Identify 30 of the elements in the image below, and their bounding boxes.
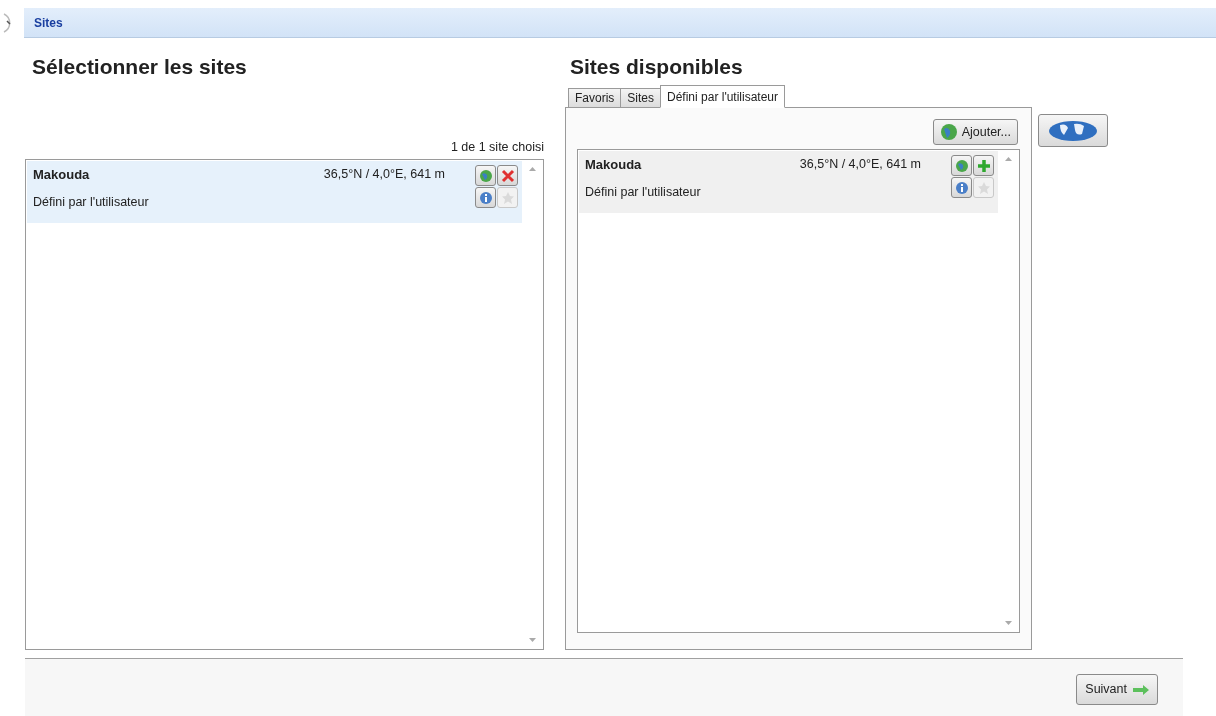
world-map-button[interactable] (1038, 114, 1108, 147)
scroll-up-icon[interactable] (1004, 157, 1012, 161)
site-list-item[interactable]: Makouda 36,5°N / 4,0°E, 641 m Défini par l'utilisateur (579, 151, 998, 213)
plus-icon[interactable] (973, 155, 994, 176)
site-name: Makouda (585, 156, 643, 174)
tab[interactable]: Favoris (568, 88, 622, 108)
section-title: Sites disponibles (570, 54, 744, 80)
site-coordinates: 36,5°N / 4,0°E, 641 m (799, 156, 921, 173)
add-button[interactable]: Ajouter... (932, 119, 1018, 145)
info-icon[interactable] (951, 177, 972, 198)
scroll-up-icon[interactable] (528, 167, 536, 171)
section-title: Sélectionner les sites (32, 54, 248, 80)
tab[interactable]: Sites (620, 88, 662, 108)
site-source: Défini par l'utilisateur (33, 193, 150, 211)
page-title: Sites (34, 14, 63, 32)
scroll-down-icon[interactable] (528, 638, 536, 642)
site-source: Défini par l'utilisateur (585, 183, 702, 201)
scroll-down-icon[interactable] (1004, 621, 1012, 625)
site-coordinates: 36,5°N / 4,0°E, 641 m (323, 166, 445, 183)
tab[interactable]: Défini par l'utilisateur (660, 85, 786, 108)
globe-icon (939, 123, 958, 141)
arrow-right-icon (1133, 684, 1149, 695)
next-button[interactable]: Suivant (1076, 674, 1158, 705)
info-icon[interactable] (475, 187, 496, 208)
globe-icon[interactable] (475, 165, 496, 186)
globe-icon[interactable] (951, 155, 972, 176)
site-list-item[interactable]: Makouda 36,5°N / 4,0°E, 641 m Défini par l'utilisateur (27, 161, 522, 223)
selection-count: 1 de 1 site choisi (450, 139, 544, 157)
site-name: Makouda (33, 166, 91, 184)
close-icon[interactable] (497, 165, 518, 186)
